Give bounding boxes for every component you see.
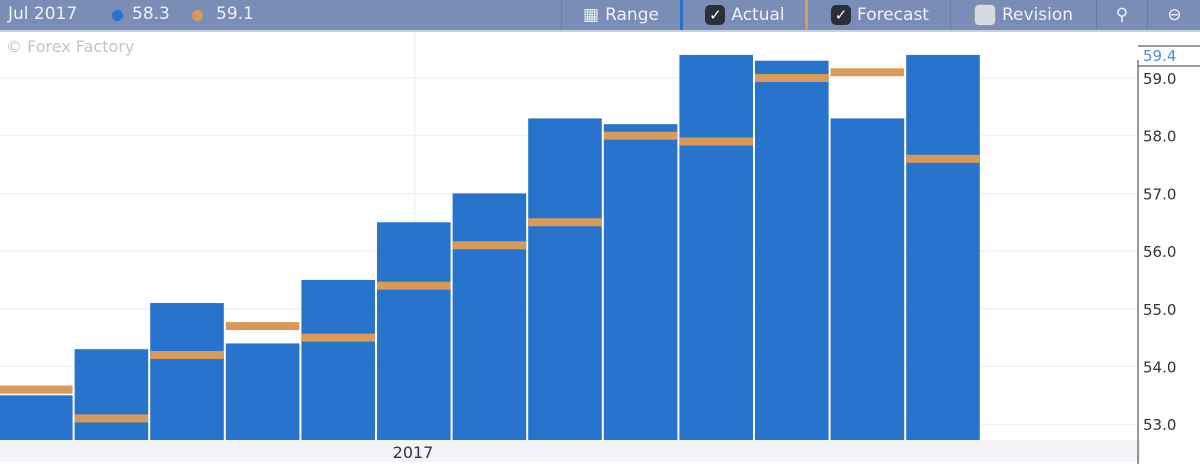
watermark: © Forex Factory: [6, 37, 135, 56]
forecast-marker[interactable]: [0, 385, 73, 394]
forecast-marker[interactable]: [906, 154, 980, 163]
checkbox-checked-icon: ✓: [831, 5, 852, 25]
range-label: Range: [605, 5, 659, 25]
forecast-marker[interactable]: [377, 281, 451, 290]
forecast-marker[interactable]: [301, 333, 375, 342]
actual-bar[interactable]: [830, 118, 905, 440]
forecast-value: 59.1: [216, 4, 254, 24]
zoom-in-button[interactable]: ⚲: [1096, 0, 1147, 30]
forecast-label: Forecast: [857, 5, 929, 25]
forecast-marker[interactable]: [603, 131, 678, 140]
y-tick-label: 57.0: [1143, 185, 1176, 203]
forecast-marker[interactable]: [452, 241, 527, 250]
actual-bar[interactable]: [0, 395, 73, 440]
x-axis-band: [0, 440, 1140, 462]
revision-label: Revision: [1001, 5, 1074, 25]
forecast-marker[interactable]: [225, 322, 300, 331]
last-value-label: 59.4: [1143, 47, 1176, 65]
forecast-marker[interactable]: [679, 137, 753, 146]
actual-toggle[interactable]: ✓ Actual: [680, 0, 807, 30]
forecast-marker[interactable]: [830, 68, 905, 77]
x-axis-label: 2017: [393, 443, 434, 462]
range-button[interactable]: ▦ Range: [561, 0, 680, 30]
y-tick-label: 54.0: [1143, 359, 1176, 377]
revision-toggle[interactable]: Revision: [950, 0, 1096, 30]
zoom-out-icon: ⊖: [1167, 5, 1182, 25]
actual-bar[interactable]: [225, 343, 300, 440]
actual-bar[interactable]: [301, 279, 375, 440]
actual-bar[interactable]: [755, 60, 829, 440]
zoom-in-icon: ⚲: [1115, 5, 1129, 25]
actual-value: 58.3: [132, 4, 170, 24]
checkbox-unchecked-icon: [973, 4, 996, 26]
y-tick-label: 58.0: [1143, 128, 1176, 146]
y-tick-label: 56.0: [1143, 243, 1176, 261]
forecast-toggle[interactable]: ✓ Forecast: [805, 0, 952, 30]
toolbar: Jul 2017 58.3 59.1 ▦ Range ✓ Actual ✓ Forec…: [0, 0, 1200, 32]
y-tick-label: 55.0: [1143, 301, 1176, 319]
actual-bar[interactable]: [452, 193, 527, 440]
forecast-dot-icon: [192, 10, 203, 21]
forecast-marker[interactable]: [528, 218, 602, 227]
forecast-marker[interactable]: [74, 414, 149, 423]
actual-bar[interactable]: [906, 54, 980, 441]
actual-label: Actual: [731, 5, 785, 25]
actual-bar[interactable]: [377, 222, 451, 440]
chart-area: 59.0 58.0 57.0 56.0 55.0 54.0 53.0 59.4 2017: [0, 30, 1200, 464]
forecast-marker[interactable]: [755, 74, 829, 82]
calendar-icon: ▦: [583, 5, 600, 25]
actual-bar[interactable]: [603, 124, 678, 440]
actual-dot-icon: [112, 10, 123, 21]
actual-bar[interactable]: [150, 303, 224, 440]
actual-bar[interactable]: [74, 349, 149, 440]
zoom-out-button[interactable]: ⊖: [1147, 0, 1200, 30]
period-label: Jul 2017: [8, 4, 78, 24]
checkbox-checked-icon: ✓: [705, 5, 726, 25]
y-tick-label: 59.0: [1143, 70, 1176, 88]
actual-bar[interactable]: [679, 54, 753, 441]
forecast-marker[interactable]: [150, 350, 224, 359]
y-tick-label: 53.0: [1143, 416, 1176, 434]
actual-bar[interactable]: [528, 118, 602, 440]
